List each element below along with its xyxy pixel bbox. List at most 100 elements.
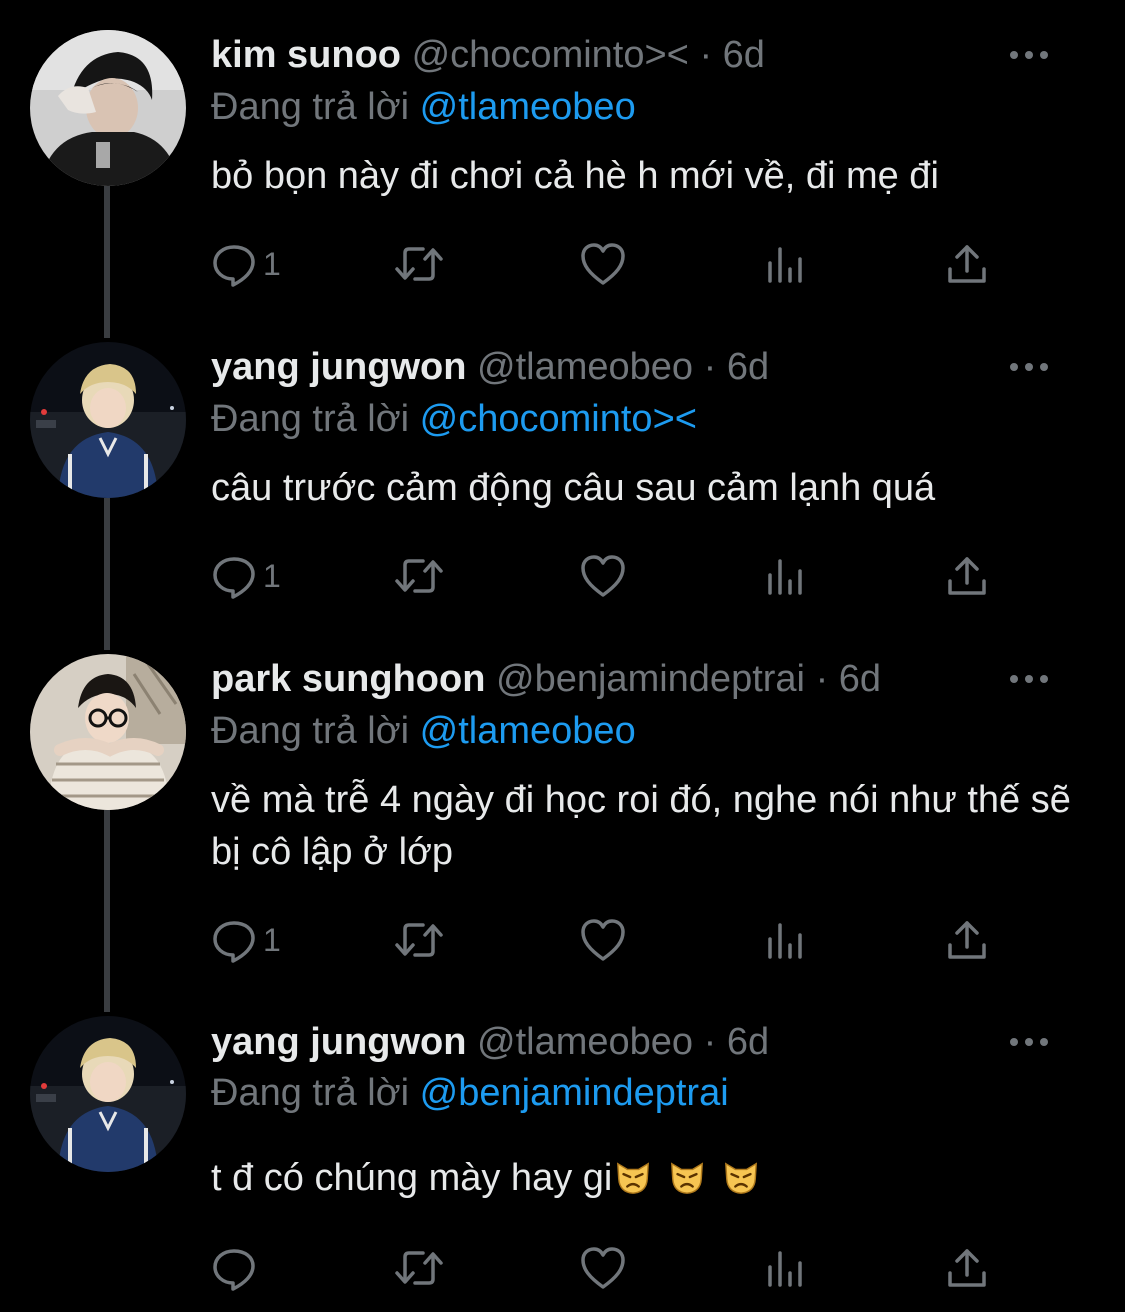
more-icon (1010, 675, 1048, 683)
retweet-icon (395, 559, 443, 593)
reply-count: 1 (263, 557, 281, 594)
more-options-button[interactable] (1009, 654, 1049, 704)
tweet-text: câu trước cảm động câu sau cảm lạnh quá (211, 467, 936, 509)
retweet-icon (395, 247, 443, 281)
user-handle[interactable]: @benjamindeptrai (496, 658, 805, 700)
share-icon (948, 245, 986, 283)
tweet-header: park sunghoon @benjamindeptrai · 6d (211, 654, 1085, 704)
reply-icon (213, 245, 255, 287)
action-bar: 1 (211, 238, 1011, 290)
tweet[interactable]: kim sunoo @chocominto>< · 6d Đang trả lờ… (0, 0, 1125, 312)
display-name[interactable]: kim sunoo (211, 34, 401, 76)
tweet-text: bỏ bọn này đi chơi cả hè h mới về, đi mẹ… (211, 155, 939, 197)
user-handle[interactable]: @tlameobeo (477, 346, 693, 388)
user-handle[interactable]: @chocominto>< (412, 34, 689, 76)
reply-icon (213, 1249, 255, 1291)
timestamp[interactable]: 6d (723, 34, 765, 76)
separator-dot: · (703, 346, 717, 388)
mention-link[interactable]: @chocominto>< (420, 398, 697, 440)
views-button[interactable] (765, 238, 805, 290)
timestamp[interactable]: 6d (727, 346, 769, 388)
reply-count: 1 (263, 921, 281, 958)
more-options-button[interactable] (1009, 30, 1049, 80)
mention-link[interactable]: @benjamindeptrai (420, 1072, 729, 1114)
retweet-button[interactable] (393, 550, 445, 602)
like-button[interactable] (579, 914, 627, 966)
avatar[interactable] (30, 30, 186, 186)
reply-button[interactable] (211, 1242, 263, 1294)
share-icon (948, 921, 986, 959)
views-button[interactable] (765, 914, 805, 966)
tweet-header: yang jungwon @tlameobeo · 6d (211, 342, 1085, 392)
like-icon (581, 555, 625, 597)
retweet-button[interactable] (393, 914, 445, 966)
views-button[interactable] (765, 550, 805, 602)
share-button[interactable] (945, 238, 989, 290)
replying-label: Đang trả lời (211, 398, 410, 440)
reply-button[interactable]: 1 (211, 550, 281, 602)
retweet-button[interactable] (393, 238, 445, 290)
more-options-button[interactable] (1009, 342, 1049, 392)
like-icon (581, 919, 625, 961)
more-icon (1010, 363, 1048, 371)
tweet-body: t đ có chúng mày hay gi (211, 1152, 1091, 1204)
share-button[interactable] (945, 550, 989, 602)
views-icon (768, 559, 802, 595)
replying-to: Đang trả lời @tlameobeo (211, 82, 636, 132)
share-icon (948, 1249, 986, 1287)
like-button[interactable] (579, 238, 627, 290)
separator-dot: · (815, 658, 829, 700)
retweet-button[interactable] (393, 1242, 445, 1294)
avatar[interactable] (30, 342, 186, 498)
reply-button[interactable]: 1 (211, 914, 281, 966)
display-name[interactable]: park sunghoon (211, 658, 485, 700)
share-button[interactable] (945, 1242, 989, 1294)
replying-to: Đang trả lời @chocominto>< (211, 394, 697, 444)
tweet-header: kim sunoo @chocominto>< · 6d (211, 30, 1085, 80)
share-button[interactable] (945, 914, 989, 966)
like-icon (581, 1247, 625, 1289)
replying-label: Đang trả lời (211, 1072, 410, 1114)
mention-link[interactable]: @tlameobeo (420, 710, 636, 752)
more-options-button[interactable] (1009, 1017, 1049, 1067)
reply-count: 1 (263, 245, 281, 282)
pouting-cat-emoji (617, 1162, 650, 1194)
reply-icon (213, 921, 255, 963)
tweet-header: yang jungwon @tlameobeo · 6d (211, 1017, 1085, 1067)
replying-label: Đang trả lời (211, 86, 410, 128)
separator-dot: · (703, 1021, 717, 1063)
like-button[interactable] (579, 550, 627, 602)
reply-button[interactable]: 1 (211, 238, 281, 290)
views-icon (768, 1251, 802, 1287)
like-icon (581, 243, 625, 285)
pouting-cat-emoji (725, 1162, 758, 1194)
more-icon (1010, 51, 1048, 59)
views-button[interactable] (765, 1242, 805, 1294)
timestamp[interactable]: 6d (727, 1021, 769, 1063)
timestamp[interactable]: 6d (839, 658, 881, 700)
avatar[interactable] (30, 1016, 186, 1172)
avatar[interactable] (30, 654, 186, 810)
retweet-icon (395, 923, 443, 957)
mention-link[interactable]: @tlameobeo (420, 86, 636, 128)
display-name[interactable]: yang jungwon (211, 346, 466, 388)
pouting-cat-emoji (671, 1162, 704, 1194)
reply-icon (213, 557, 255, 599)
action-bar (211, 1242, 1011, 1294)
action-bar: 1 (211, 550, 1011, 602)
replying-to: Đang trả lời @benjamindeptrai (211, 1068, 729, 1118)
replying-label: Đang trả lời (211, 710, 410, 752)
user-handle[interactable]: @tlameobeo (477, 1021, 693, 1063)
tweet-text: t đ có chúng mày hay gi (211, 1157, 613, 1199)
more-icon (1010, 1038, 1048, 1046)
tweet[interactable]: yang jungwon @tlameobeo · 6d Đang trả lờ… (0, 988, 1125, 1312)
like-button[interactable] (579, 1242, 627, 1294)
tweet[interactable]: yang jungwon @tlameobeo · 6d Đang trả lờ… (0, 312, 1125, 624)
action-bar: 1 (211, 914, 1011, 966)
tweet[interactable]: park sunghoon @benjamindeptrai · 6d Đang… (0, 624, 1125, 988)
reply-thread: kim sunoo @chocominto>< · 6d Đang trả lờ… (0, 0, 1125, 1312)
retweet-icon (395, 1251, 443, 1285)
separator-dot: · (699, 34, 713, 76)
display-name[interactable]: yang jungwon (211, 1021, 466, 1063)
views-icon (768, 923, 802, 959)
